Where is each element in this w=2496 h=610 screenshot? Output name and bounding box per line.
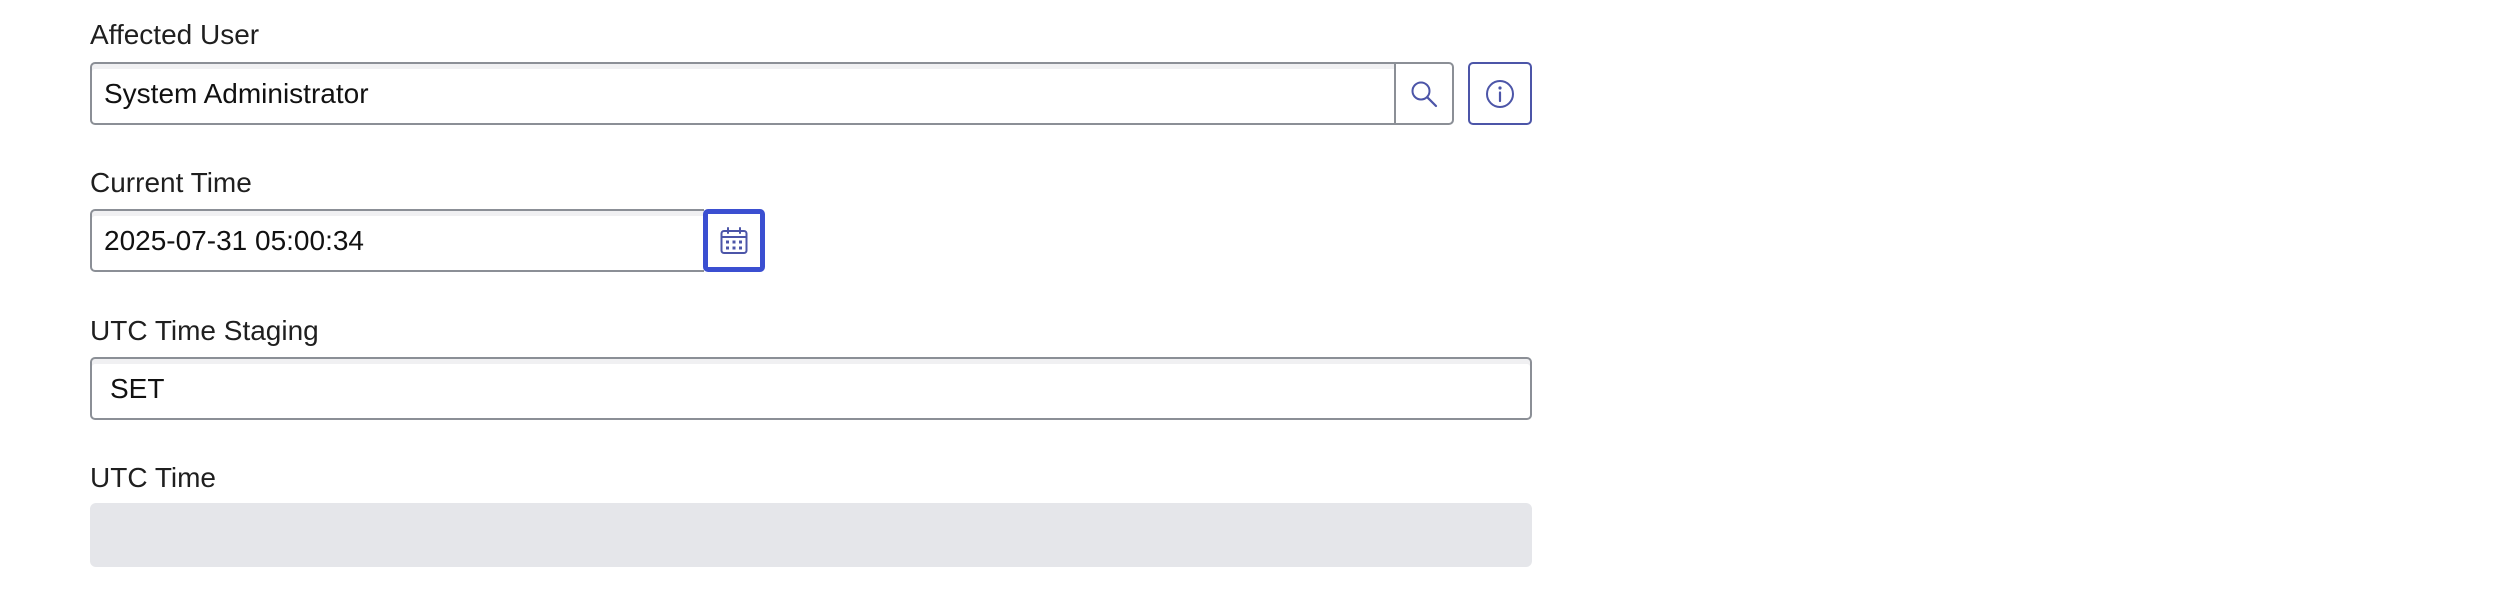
affected-user-label: Affected User bbox=[90, 19, 260, 50]
date-picker-button[interactable] bbox=[703, 209, 765, 272]
utc-time-label: UTC Time bbox=[90, 462, 216, 493]
utc-time-readonly-field bbox=[90, 503, 1532, 567]
calendar-icon bbox=[719, 226, 749, 256]
current-time-label: Current Time bbox=[90, 167, 252, 198]
lookup-search-button[interactable] bbox=[1394, 62, 1454, 125]
current-time-value: 2025-07-31 05:00:34 bbox=[104, 224, 364, 256]
utc-time-staging-label: UTC Time Staging bbox=[90, 315, 319, 346]
user-info-button[interactable] bbox=[1468, 62, 1532, 125]
affected-user-value: System Administrator bbox=[104, 77, 369, 109]
info-icon bbox=[1484, 78, 1516, 110]
record-form: Affected User System Administrator Curre… bbox=[0, 0, 2496, 610]
utc-time-staging-input[interactable]: SET bbox=[90, 357, 1532, 420]
utc-time-staging-value: SET bbox=[110, 372, 165, 404]
affected-user-input[interactable]: System Administrator bbox=[90, 62, 1396, 125]
search-icon bbox=[1409, 79, 1439, 109]
current-time-input[interactable]: 2025-07-31 05:00:34 bbox=[90, 209, 704, 272]
